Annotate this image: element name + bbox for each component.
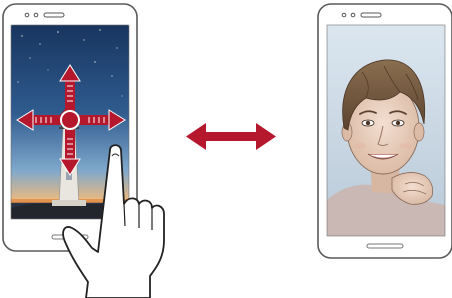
illustration-stage <box>0 0 452 298</box>
right-phone <box>317 3 452 259</box>
double-headed-arrow-icon <box>186 123 276 150</box>
switch-camera-illustration <box>2 3 452 298</box>
right-phone-screen <box>327 25 445 236</box>
drag-center-icon <box>60 110 80 130</box>
